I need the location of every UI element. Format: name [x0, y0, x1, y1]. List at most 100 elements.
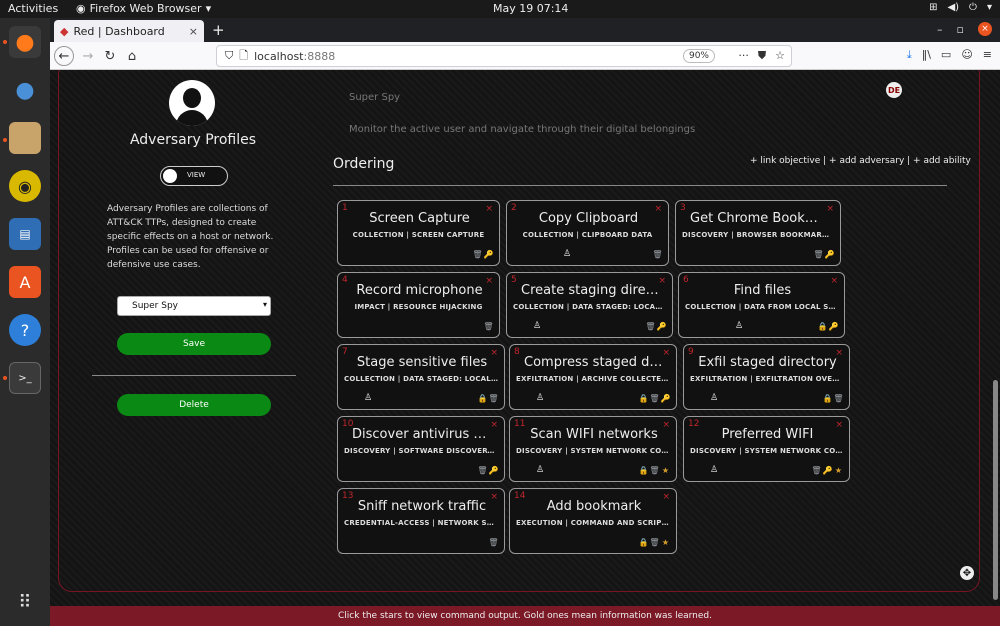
- add-adversary-link[interactable]: + add adversary: [829, 156, 904, 166]
- ability-card[interactable]: 4 × Record microphone IMPACT | RESOURCE HIJ…: [337, 272, 500, 338]
- app-menu[interactable]: ◉ Firefox Web Browser ▾: [76, 2, 211, 15]
- network-icon: ⊞: [929, 2, 938, 13]
- library-icon[interactable]: ‖\: [922, 48, 931, 62]
- ability-card[interactable]: 11 × Scan WIFI networks DISCOVERY | SYSTEM …: [509, 416, 677, 482]
- key-icon[interactable]: 🔑: [825, 249, 835, 259]
- writer-icon[interactable]: ▤: [9, 218, 41, 250]
- trash-icon[interactable]: 🗑: [649, 465, 659, 475]
- key-icon[interactable]: 🔑: [661, 393, 671, 403]
- new-tab-button[interactable]: +: [212, 21, 225, 39]
- firefox-icon[interactable]: ●: [9, 26, 41, 58]
- ability-card[interactable]: 9 × Exfil staged directory EXFILTRATION | E…: [683, 344, 850, 410]
- ability-actions: 🗑 🔑: [472, 249, 494, 259]
- key-icon[interactable]: 🔑: [489, 465, 499, 475]
- sidebar-icon[interactable]: ▭: [941, 48, 951, 62]
- back-button[interactable]: ←: [54, 46, 74, 66]
- shield-icon[interactable]: ⛉: [225, 49, 233, 63]
- ability-tactic: DISCOVERY | SOFTWARE DISCOVERY: SECURITY…: [344, 447, 498, 455]
- ability-card[interactable]: 12 × Preferred WIFI DISCOVERY | SYSTEM NETW…: [683, 416, 850, 482]
- help-icon[interactable]: ?: [9, 314, 41, 346]
- rhythmbox-icon[interactable]: ◉: [9, 170, 41, 202]
- profile-name[interactable]: Super Spy: [349, 92, 400, 103]
- bookmark-star-icon[interactable]: ☆: [775, 49, 785, 63]
- star-icon[interactable]: ★: [661, 537, 670, 547]
- page-content: Adversary Profiles VIEW Adversary Profil…: [50, 70, 1000, 606]
- clock[interactable]: May 19 07:14: [493, 2, 568, 15]
- save-button[interactable]: Save: [117, 333, 271, 355]
- software-center-icon[interactable]: A: [9, 266, 41, 298]
- ability-card[interactable]: 6 × Find files COLLECTION | DATA FROM LOCAL…: [678, 272, 845, 338]
- trash-icon[interactable]: 🗑: [472, 249, 482, 259]
- system-tray[interactable]: ⊞ ◀) ⏻ ▾: [929, 2, 992, 13]
- files-icon[interactable]: [9, 122, 41, 154]
- add-ability-link[interactable]: + add ability: [913, 156, 971, 166]
- ability-card[interactable]: 1 × Screen Capture COLLECTION | SCREEN CAPT…: [337, 200, 500, 266]
- trash-icon[interactable]: 🗑: [811, 465, 821, 475]
- windows-icon: [565, 393, 575, 403]
- ability-tactic: COLLECTION | DATA STAGED: LOCAL DATA STA…: [344, 375, 498, 383]
- ability-card[interactable]: 2 × Copy Clipboard COLLECTION | CLIPBOARD D…: [506, 200, 669, 266]
- ability-card[interactable]: 14 × Add bookmark EXECUTION | COMMAND AND S…: [509, 488, 677, 554]
- home-icon[interactable]: ⌂: [122, 46, 142, 66]
- scrollbar[interactable]: [993, 380, 998, 600]
- pocket-icon[interactable]: ⛊: [758, 49, 766, 63]
- menu-icon[interactable]: ≡: [983, 48, 992, 62]
- trash-icon[interactable]: 🗑: [488, 537, 498, 547]
- trash-icon[interactable]: 🗑: [833, 393, 843, 403]
- zoom-level[interactable]: 90%: [682, 49, 715, 63]
- thunderbird-icon[interactable]: ●: [9, 74, 41, 106]
- ability-name: Copy Clipboard: [538, 211, 639, 226]
- close-window-button[interactable]: ×: [978, 22, 992, 36]
- url-bar[interactable]: ⛉ 🗋 localhost:8888 90% ··· ⛊ ☆: [216, 45, 792, 67]
- forward-button[interactable]: →: [78, 46, 98, 66]
- ability-card[interactable]: 10×Discover antivirus programsDISCOVERY …: [337, 416, 505, 482]
- activities-button[interactable]: Activities: [8, 2, 58, 15]
- terminal-icon[interactable]: >_: [9, 362, 41, 394]
- page-info-icon[interactable]: 🗋: [239, 47, 248, 66]
- sidebar-description: Adversary Profiles are collections of AT…: [107, 204, 274, 270]
- divider: [92, 375, 296, 376]
- ability-card[interactable]: 5×Create staging directoryCOLLECTION | D…: [506, 272, 673, 338]
- move-icon[interactable]: ✥: [960, 566, 974, 580]
- trash-icon[interactable]: 🗑: [483, 321, 493, 331]
- profile-select[interactable]: Super Spy ▾: [117, 296, 271, 316]
- delete-button[interactable]: Delete: [117, 394, 271, 416]
- trash-icon[interactable]: 🗑: [649, 393, 659, 403]
- view-toggle[interactable]: VIEW: [160, 166, 228, 186]
- trash-icon[interactable]: 🗑: [645, 321, 655, 331]
- profile-links: + link objective | + add adversary | + a…: [750, 156, 971, 166]
- minimize-button[interactable]: –: [937, 23, 943, 36]
- apple-icon: [694, 393, 704, 403]
- download-icon[interactable]: ⤓: [907, 48, 912, 62]
- key-icon[interactable]: 🔑: [484, 249, 494, 259]
- ability-card[interactable]: 8×Compress staged directoryEXFILTRATION …: [509, 344, 677, 410]
- close-tab-icon[interactable]: ×: [189, 25, 198, 38]
- profile-description[interactable]: Monitor the active user and navigate thr…: [349, 124, 695, 135]
- running-indicator: [3, 376, 7, 380]
- ability-card[interactable]: 13 × Sniff network traffic CREDENTIAL-ACCES…: [337, 488, 505, 554]
- link-objective-link[interactable]: + link objective: [750, 156, 820, 166]
- key-icon[interactable]: 🔑: [829, 321, 839, 331]
- trash-icon[interactable]: 🗑: [488, 393, 498, 403]
- account-icon[interactable]: ☺: [961, 48, 972, 62]
- trash-icon[interactable]: 🗑: [477, 465, 487, 475]
- lock-icon: 🔒: [638, 537, 649, 547]
- star-icon[interactable]: ★: [661, 465, 670, 475]
- trash-icon[interactable]: 🗑: [652, 249, 662, 259]
- more-actions-icon[interactable]: ···: [738, 49, 749, 63]
- app-grid-icon[interactable]: ⠿: [9, 586, 41, 618]
- volume-icon: ◀): [947, 2, 960, 13]
- star-icon[interactable]: ★: [834, 465, 843, 475]
- ability-tactic: COLLECTION | SCREEN CAPTURE: [352, 231, 485, 239]
- reload-button[interactable]: ↻: [100, 46, 120, 66]
- windows-icon: [363, 249, 373, 259]
- key-icon[interactable]: 🔑: [657, 321, 667, 331]
- trash-icon[interactable]: 🗑: [813, 249, 823, 259]
- key-icon[interactable]: 🔑: [823, 465, 833, 475]
- ability-card[interactable]: 7 × Stage sensitive files COLLECTION | DATA…: [337, 344, 505, 410]
- tab-red-dashboard[interactable]: ◆ Red | Dashboard ×: [54, 20, 204, 42]
- maximize-button[interactable]: ▫: [957, 23, 964, 36]
- platform-list: ♙: [694, 465, 734, 475]
- trash-icon[interactable]: 🗑: [649, 537, 659, 547]
- ability-card[interactable]: 3×Get Chrome BookmarksDISCOVERY | BROWSE…: [675, 200, 841, 266]
